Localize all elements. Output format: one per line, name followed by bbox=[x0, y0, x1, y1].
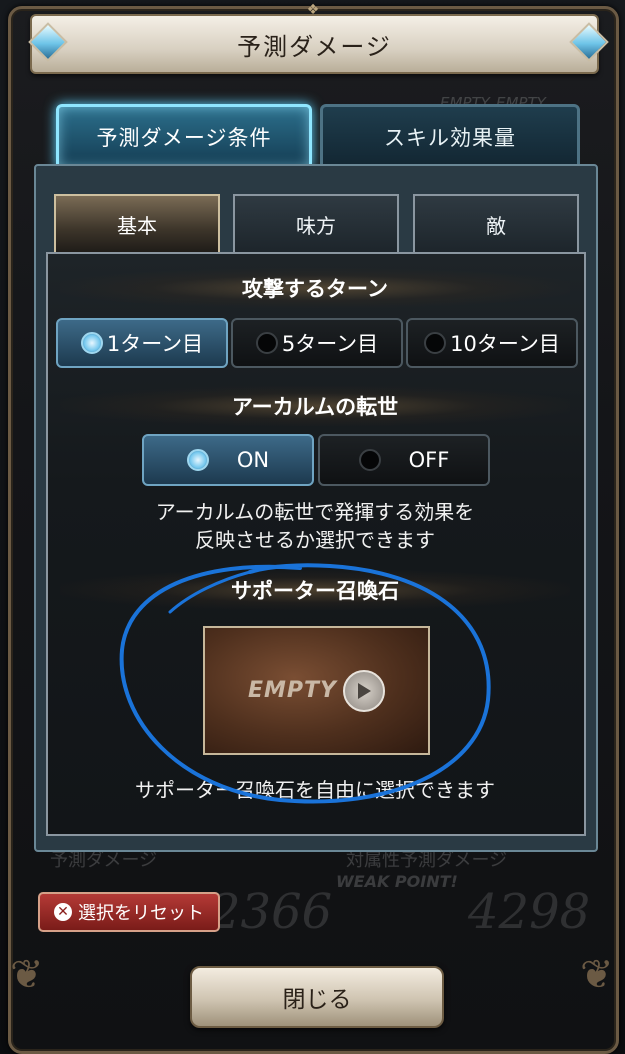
turn-option-1[interactable]: 1ターン目 bbox=[56, 318, 228, 368]
left-ornament: ❦ bbox=[10, 952, 44, 998]
supporter-summon-slot[interactable]: EMPTY bbox=[203, 626, 430, 755]
supporter-heading: サポーター召喚石 bbox=[60, 570, 570, 610]
bg-damage-number: 2366 bbox=[210, 884, 333, 940]
turn-option-label: 5ターン目 bbox=[281, 332, 379, 356]
supporter-description: サポーター召喚石を自由に選択できます bbox=[135, 778, 495, 802]
right-ornament: ❦ bbox=[580, 952, 614, 998]
turn-option-label: 10ターン目 bbox=[450, 332, 560, 356]
radio-selected-icon bbox=[186, 449, 209, 471]
tab-enemy[interactable]: 敵 bbox=[413, 194, 579, 254]
tab-allies[interactable]: 味方 bbox=[233, 194, 399, 254]
attack-turn-heading: 攻撃するターン bbox=[60, 268, 570, 308]
arcarum-on-option[interactable]: ON bbox=[142, 434, 314, 486]
arcarum-description-line: アーカルムの転世で発揮する効果を bbox=[155, 500, 475, 524]
dialog-title: 予測ダメージ bbox=[30, 14, 599, 74]
radio-selected-icon bbox=[80, 332, 103, 354]
tab-basic[interactable]: 基本 bbox=[54, 194, 220, 254]
reset-selection-button[interactable]: ✕ 選択をリセット bbox=[38, 892, 220, 932]
arcarum-description-line: 反映させるか選択できます bbox=[195, 528, 435, 552]
turn-option-5[interactable]: 5ターン目 bbox=[231, 318, 403, 368]
bg-weak-point: WEAK POINT! bbox=[336, 872, 458, 891]
empty-slot-label: EMPTY bbox=[248, 678, 337, 703]
play-icon bbox=[342, 669, 385, 712]
arcarum-heading: アーカルムの転世 bbox=[60, 386, 570, 426]
close-button[interactable]: 閉じる bbox=[190, 966, 444, 1028]
reset-label: 選択をリセット bbox=[78, 903, 204, 924]
radio-empty-icon bbox=[358, 449, 381, 471]
tab-damage-conditions[interactable]: 予測ダメージ条件 bbox=[56, 104, 312, 170]
turn-option-10[interactable]: 10ターン目 bbox=[406, 318, 578, 368]
close-icon: ✕ bbox=[54, 903, 72, 921]
radio-empty-icon bbox=[424, 332, 447, 354]
turn-option-label: 1ターン目 bbox=[106, 332, 204, 356]
arcarum-off-label: OFF bbox=[408, 448, 450, 472]
arcarum-on-label: ON bbox=[236, 448, 270, 472]
tab-skill-effects[interactable]: スキル効果量 bbox=[320, 104, 580, 170]
bg-damage-number: 4298 bbox=[468, 884, 591, 940]
arcarum-off-option[interactable]: OFF bbox=[318, 434, 490, 486]
arcarum-description: アーカルムの転世で発揮する効果を 反映させるか選択できます bbox=[60, 498, 570, 554]
radio-empty-icon bbox=[255, 332, 278, 354]
